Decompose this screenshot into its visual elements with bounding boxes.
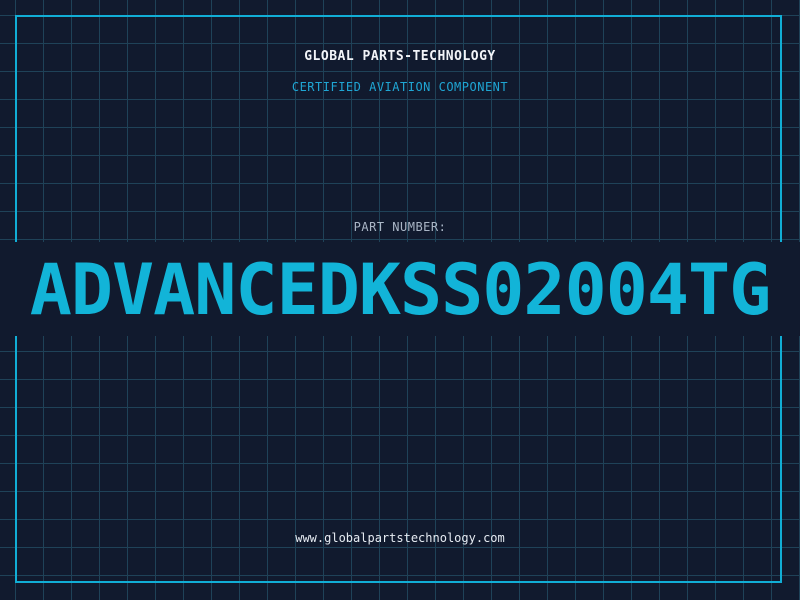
part-number-label: PART NUMBER: [353, 220, 447, 234]
brand-title: GLOBAL PARTS-TECHNOLOGY [304, 49, 496, 64]
part-number-value: ADVANCEDKSS02004TG [29, 249, 772, 331]
part-number-card: GLOBAL PARTS-TECHNOLOGY CERTIFIED AVIATI… [0, 0, 800, 600]
certification-subtitle: CERTIFIED AVIATION COMPONENT [291, 80, 509, 94]
website-url: www.globalpartstechnology.com [295, 531, 505, 545]
